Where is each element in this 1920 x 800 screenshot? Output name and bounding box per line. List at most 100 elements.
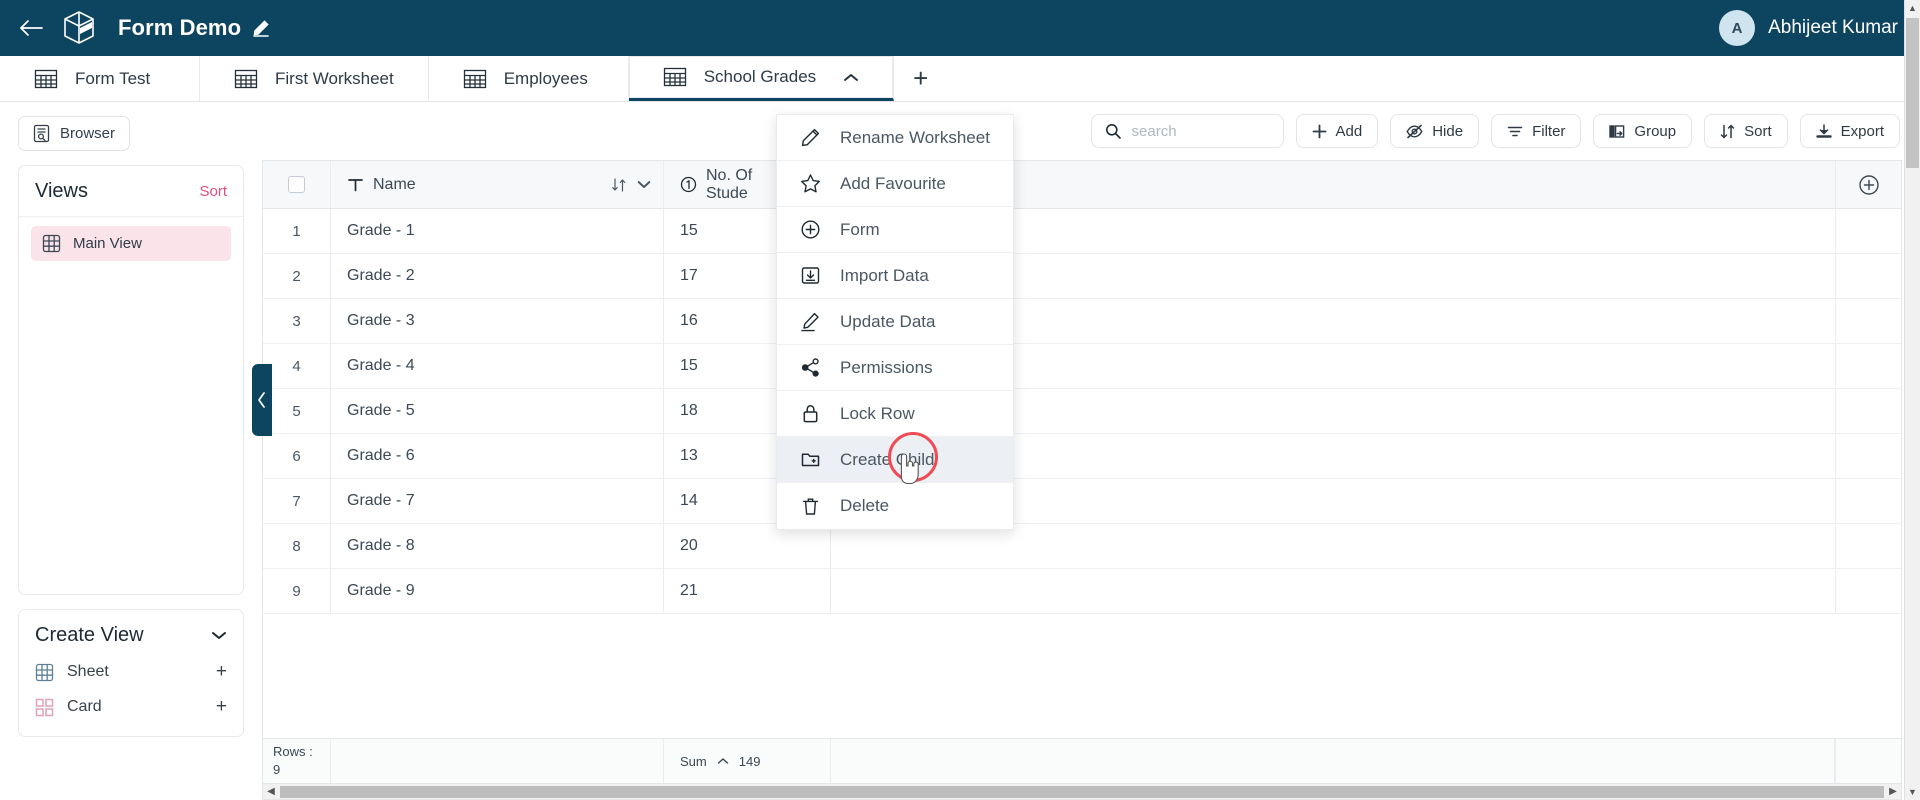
column-header-name[interactable]: Name <box>331 161 664 208</box>
folder-plus-icon <box>799 449 821 470</box>
sidebar-collapse-handle[interactable] <box>252 364 272 436</box>
row-cell-name[interactable]: Grade - 3 <box>331 299 664 343</box>
scroll-down-icon[interactable]: ▼ <box>1905 784 1920 800</box>
vertical-scrollbar[interactable]: ▲ ▼ <box>1904 0 1920 800</box>
select-all-checkbox[interactable] <box>263 161 331 208</box>
back-arrow-icon[interactable] <box>14 11 48 45</box>
hide-button[interactable]: Hide <box>1390 114 1480 148</box>
add-card-view-button[interactable]: + <box>216 696 227 718</box>
row-index: 9 <box>263 569 331 613</box>
filter-button[interactable]: Filter <box>1491 114 1582 148</box>
row-cell-name[interactable]: Grade - 8 <box>331 524 664 568</box>
sidebar-item-main-view[interactable]: Main View <box>31 226 231 261</box>
add-sheet-view-button[interactable]: + <box>216 661 227 683</box>
horizontal-scrollbar[interactable]: ◀ ▶ <box>263 783 1901 799</box>
create-view-card[interactable]: Card + <box>35 696 227 718</box>
add-button[interactable]: Add <box>1295 114 1379 148</box>
footer-empty-cell <box>831 739 1835 783</box>
sort-arrows-icon[interactable] <box>611 177 627 192</box>
row-spacer <box>1835 254 1901 298</box>
table-row[interactable]: 7 Grade - 7 14 <box>263 479 1901 524</box>
grid-icon <box>42 234 61 253</box>
group-button[interactable]: Group <box>1593 114 1693 148</box>
menu-item-permissions[interactable]: Permissions <box>777 345 1013 391</box>
chevron-up-icon[interactable] <box>717 757 729 765</box>
row-cell-name[interactable]: Grade - 1 <box>331 209 664 253</box>
button-label: Filter <box>1532 122 1566 140</box>
scroll-right-icon[interactable]: ▶ <box>1885 786 1901 797</box>
row-cell-students[interactable]: 21 <box>664 569 831 613</box>
chevron-up-icon[interactable] <box>843 72 859 83</box>
tab-employees[interactable]: Employees <box>428 56 629 101</box>
tab-first-worksheet[interactable]: First Worksheet <box>200 56 429 101</box>
menu-item-lock-row[interactable]: Lock Row <box>777 391 1013 437</box>
table-row[interactable]: 8 Grade - 8 20 <box>263 524 1901 569</box>
row-index: 6 <box>263 434 331 478</box>
menu-item-label: Import Data <box>840 265 929 285</box>
chevron-down-icon[interactable] <box>211 630 227 641</box>
menu-item-label: Permissions <box>840 357 933 377</box>
row-index: 1 <box>263 209 331 253</box>
row-cell-name[interactable]: Grade - 6 <box>331 434 664 478</box>
row-spacer <box>1835 434 1901 478</box>
column-label: Name <box>373 175 416 193</box>
vscroll-thumb[interactable] <box>1906 18 1919 168</box>
create-view-sheet[interactable]: Sheet + <box>35 661 227 683</box>
star-icon <box>799 173 821 194</box>
search-box[interactable] <box>1090 114 1284 148</box>
views-sort-button[interactable]: Sort <box>199 183 227 200</box>
export-button[interactable]: Export <box>1799 114 1900 148</box>
menu-item-form[interactable]: Form <box>777 207 1013 253</box>
row-cell-name[interactable]: Grade - 2 <box>331 254 664 298</box>
hscroll-thumb[interactable] <box>280 785 1884 798</box>
row-cell-name[interactable]: Grade - 9 <box>331 569 664 613</box>
lock-icon <box>799 403 821 424</box>
tab-form-test[interactable]: Form Test <box>0 56 200 101</box>
table-row[interactable]: 3 Grade - 3 16 <box>263 299 1901 344</box>
tab-label: Form Test <box>75 68 151 88</box>
scroll-left-icon[interactable]: ◀ <box>263 786 279 797</box>
tab-label: Employees <box>503 68 588 88</box>
row-spacer <box>1835 299 1901 343</box>
tabstrip-filler <box>948 56 1920 101</box>
rows-label: Rows : <box>273 744 313 760</box>
button-label: Add <box>1335 122 1363 140</box>
row-cell-name[interactable]: Grade - 5 <box>331 389 664 433</box>
menu-item-update-data[interactable]: Update Data <box>777 299 1013 345</box>
search-input[interactable] <box>1131 122 1270 140</box>
row-index: 5 <box>263 389 331 433</box>
menu-item-import-data[interactable]: Import Data <box>777 253 1013 299</box>
table-row[interactable]: 4 Grade - 4 15 <box>263 344 1901 389</box>
menu-item-rename-worksheet[interactable]: Rename Worksheet <box>777 115 1013 161</box>
plus-icon <box>1312 124 1327 139</box>
user-area[interactable]: A Abhijeet Kumar <box>1719 10 1898 46</box>
button-label: Sort <box>1744 122 1772 140</box>
scroll-up-icon[interactable]: ▲ <box>1905 0 1920 16</box>
table-row[interactable]: 9 Grade - 9 21 <box>263 569 1901 614</box>
page-title: Form Demo <box>118 15 242 40</box>
table-row[interactable]: 2 Grade - 2 17 <box>263 254 1901 299</box>
add-column-button[interactable] <box>1835 161 1901 208</box>
tab-label: School Grades <box>703 67 817 86</box>
row-cell-students[interactable]: 20 <box>664 524 831 568</box>
data-table: Name No. Of Stude 1 Grade - 1 15 2 Grade… <box>262 160 1902 800</box>
menu-item-add-favourite[interactable]: Add Favourite <box>777 161 1013 207</box>
table-row[interactable]: 5 Grade - 5 18 <box>263 389 1901 434</box>
table-row[interactable]: 6 Grade - 6 13 <box>263 434 1901 479</box>
menu-item-delete[interactable]: Delete <box>777 483 1013 529</box>
share-icon <box>799 357 821 378</box>
add-worksheet-button[interactable]: + <box>894 56 949 101</box>
browser-label: Browser <box>60 125 116 142</box>
row-cell-name[interactable]: Grade - 4 <box>331 344 664 388</box>
table-row[interactable]: 1 Grade - 1 15 <box>263 209 1901 254</box>
sort-button[interactable]: Sort <box>1704 114 1788 148</box>
tab-school-grades[interactable]: School Grades <box>628 56 895 101</box>
chevron-down-icon[interactable] <box>637 180 651 189</box>
menu-item-create-child[interactable]: Create Child <box>777 437 1013 483</box>
row-cell-name[interactable]: Grade - 7 <box>331 479 664 523</box>
footer-sum-cell[interactable]: Sum 149 <box>664 739 831 783</box>
pencil-underline-icon <box>799 311 821 332</box>
pencil-icon[interactable] <box>252 19 270 37</box>
create-view-header[interactable]: Create View <box>19 610 243 661</box>
browser-button[interactable]: Browser <box>18 116 131 151</box>
